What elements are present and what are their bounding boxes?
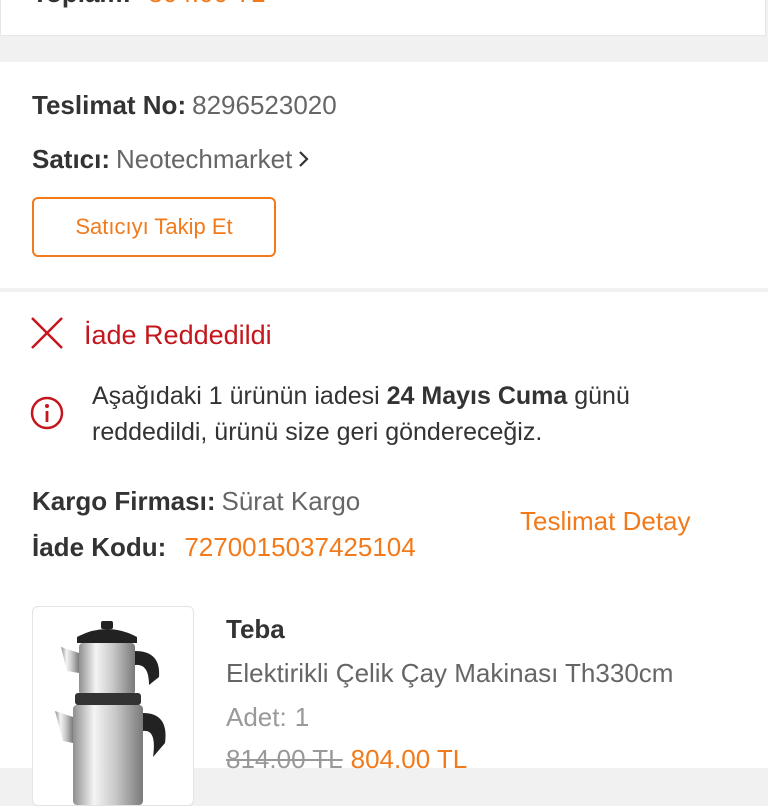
delivery-number-label: Teslimat No: xyxy=(32,90,187,120)
total-label: Toplam: xyxy=(32,0,131,8)
info-text-part-1: Aşağıdaki 1 ürünün iadesi xyxy=(92,382,387,410)
return-status: İade Reddedildi xyxy=(30,316,272,355)
quantity-label: Adet: xyxy=(226,702,287,732)
seller-label: Satıcı: xyxy=(32,144,111,174)
return-code-row: İade Kodu: 7270015037425104 xyxy=(32,532,416,563)
return-status-text: İade Reddedildi xyxy=(84,320,272,350)
cargo-company-row: Kargo Firması: Sürat Kargo xyxy=(32,486,360,517)
info-icon xyxy=(30,396,64,450)
old-price: 814.00 TL xyxy=(226,744,343,774)
product-quantity: Adet: 1 xyxy=(226,702,309,733)
return-info-text: Aşağıdaki 1 ürünün iadesi 24 Mayıs Cuma … xyxy=(92,378,712,450)
seller-card: Teslimat No: 8296523020 Satıcı: Neotechmar… xyxy=(0,62,768,288)
cargo-company-label: Kargo Firması: xyxy=(32,486,216,516)
order-total: Toplam: 804.00 TL xyxy=(32,0,265,9)
cargo-company-value: Sürat Kargo xyxy=(221,486,361,516)
product-brand: Teba xyxy=(226,614,285,644)
product-image[interactable] xyxy=(32,606,194,806)
product-name[interactable]: Elektirikli Çelik Çay Makinası Th330cm xyxy=(226,658,673,689)
delivery-detail-link[interactable]: Teslimat Detay xyxy=(520,506,691,537)
seller-row[interactable]: Satıcı: Neotechmarket xyxy=(32,144,310,175)
total-value: 804.00 TL xyxy=(148,0,265,8)
seller-name-link[interactable]: Neotechmarket xyxy=(116,144,292,174)
return-code-label: İade Kodu: xyxy=(32,532,167,562)
close-x-icon xyxy=(30,316,64,355)
product-card[interactable]: Teba Elektirikli Çelik Çay Makinası Th33… xyxy=(0,578,768,806)
delivery-number-value: 8296523020 xyxy=(192,90,337,120)
return-code-value[interactable]: 7270015037425104 xyxy=(184,532,415,562)
chevron-right-icon[interactable] xyxy=(298,147,310,175)
return-info: Aşağıdaki 1 ürünün iadesi 24 Mayıs Cuma … xyxy=(30,378,712,450)
info-text-date: 24 Mayıs Cuma xyxy=(386,382,568,410)
follow-seller-button[interactable]: Satıcıyı Takip Et xyxy=(32,197,276,257)
new-price: 804.00 TL xyxy=(350,744,468,774)
quantity-value: 1 xyxy=(294,702,310,732)
product-prices: 814.00 TL 804.00 TL xyxy=(226,744,467,775)
delivery-number-row: Teslimat No: 8296523020 xyxy=(32,90,337,121)
